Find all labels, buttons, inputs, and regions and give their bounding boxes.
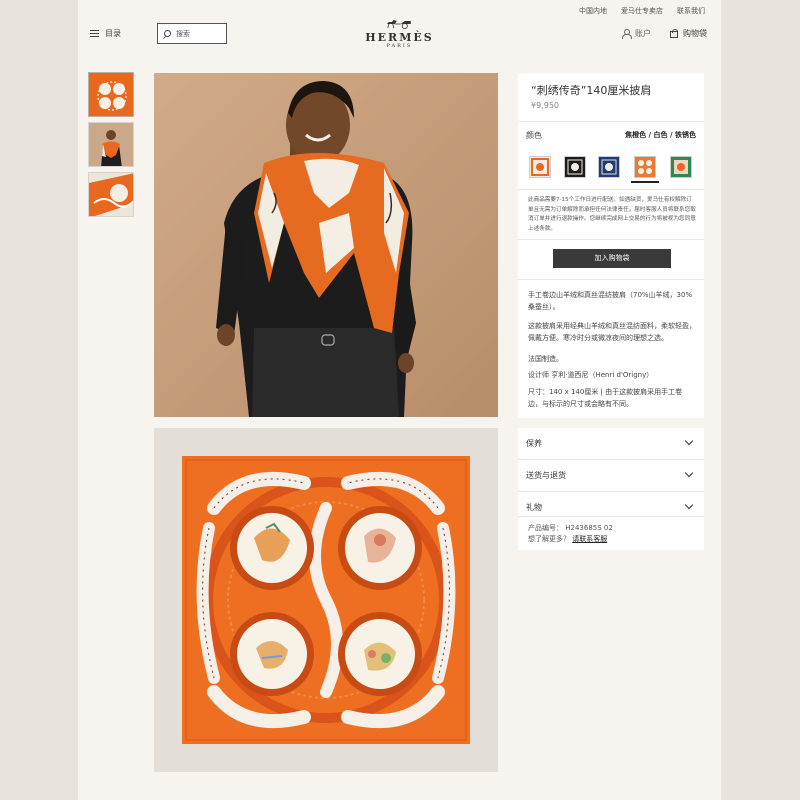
selected-swatch-indicator — [631, 181, 659, 183]
menu-label: 目录 — [105, 29, 121, 38]
swatch-orange-white[interactable] — [529, 156, 551, 178]
product-code: 产品编号： H243685S 02 — [528, 523, 613, 533]
utility-bar: 中国内地 爱马仕专卖店 联系我们 — [579, 6, 705, 16]
thumbnail-scarf-flat[interactable] — [88, 72, 134, 117]
product-details-accordion: 保养 送货与退货 礼物 产品编号： H243685S 02 想了解更多？ 请联系… — [518, 428, 704, 550]
contact-us-link[interactable]: 联系我们 — [677, 6, 705, 16]
product-photo-model — [154, 73, 498, 417]
contact-service-link[interactable]: 请联系客服 — [572, 535, 607, 543]
account-label: 账户 — [635, 29, 651, 38]
search-placeholder: 搜索 — [176, 29, 190, 38]
cart-button[interactable]: 购物袋 — [670, 28, 707, 39]
chevron-down-icon — [684, 436, 694, 446]
swatch-navy[interactable] — [598, 156, 620, 178]
description-origin: 法国制造。 — [528, 355, 563, 363]
hermes-logo[interactable]: HERMÈS PARIS — [365, 18, 433, 50]
add-to-bag-button[interactable]: 加入购物袋 — [553, 249, 671, 268]
divider — [518, 516, 704, 517]
description-body: 这款披肩采用经典山羊绒和真丝混纺面料，柔软轻盈，佩戴方便。寒冷时分或微凉夜间的理… — [528, 322, 696, 342]
site-header: 目录 搜索 HERMÈS PARIS 账户 购物袋 — [78, 20, 721, 50]
contact-prefix: 想了解更多？ — [528, 535, 570, 543]
person-icon — [622, 29, 632, 39]
chevron-down-icon — [684, 500, 694, 510]
delivery-notice: 此商品需要7-15个工作日进行配送。如遇缺货，爱马仕有权解除订单且无需为订单解除… — [528, 197, 696, 232]
accordion-care-label: 保养 — [526, 439, 542, 448]
product-info-card: “刺绣传奇”140厘米披肩 ¥9,950 颜色 焦橙色 / 白色 / 铁锈色 此… — [518, 73, 704, 418]
region-link[interactable]: 中国内地 — [579, 6, 607, 16]
chevron-down-icon — [684, 468, 694, 478]
swatch-orange-selected[interactable] — [634, 156, 656, 178]
product-code-label: 产品编号： — [528, 524, 563, 532]
swatch-green[interactable] — [670, 156, 692, 178]
product-page: 中国内地 爱马仕专卖店 联系我们 目录 搜索 HERMÈS PARIS 账户 购… — [78, 0, 721, 800]
swatch-black[interactable] — [564, 156, 586, 178]
divider — [518, 189, 704, 190]
accordion-care[interactable]: 保养 — [518, 428, 704, 460]
menu-button[interactable]: 目录 — [90, 28, 121, 39]
product-price: ¥9,950 — [531, 101, 559, 110]
search-icon — [164, 30, 171, 37]
color-label: 颜色 — [526, 131, 542, 140]
divider — [518, 279, 704, 280]
logo-wordmark: HERMÈS — [365, 31, 434, 44]
account-button[interactable]: 账户 — [622, 28, 651, 39]
description-material: 手工卷边山羊绒和真丝混纺披肩（70%山羊绒，30%桑蚕丝）。 — [528, 291, 693, 311]
stores-link[interactable]: 爱马仕专卖店 — [621, 6, 663, 16]
shopping-bag-icon — [670, 29, 678, 38]
thumbnail-model[interactable] — [88, 122, 134, 167]
carriage-icon — [365, 18, 433, 32]
description-designer: 设计师 亨利·道西尼（Henri d'Origny） — [528, 371, 654, 379]
product-photo-scarf — [154, 428, 498, 772]
product-code-value: H243685S 02 — [565, 524, 613, 532]
accordion-delivery-label: 送货与退货 — [526, 471, 566, 480]
description-size: 尺寸：140 x 140厘米 | 由于这款披肩采用手工卷边，与标示的尺寸或会略有… — [528, 388, 683, 408]
cart-label: 购物袋 — [683, 29, 707, 38]
accordion-gift-label: 礼物 — [526, 503, 542, 512]
hamburger-icon — [90, 30, 99, 37]
divider — [518, 121, 704, 122]
product-title: “刺绣传奇”140厘米披肩 — [531, 84, 652, 97]
thumbnail-scarf-detail[interactable] — [88, 172, 134, 217]
search-input[interactable]: 搜索 — [157, 23, 227, 44]
accordion-delivery-returns[interactable]: 送货与退货 — [518, 460, 704, 492]
color-value: 焦橙色 / 白色 / 铁锈色 — [625, 131, 696, 139]
accordion-gift[interactable]: 礼物 — [518, 492, 704, 524]
contact-line: 想了解更多？ 请联系客服 — [528, 534, 607, 544]
divider — [518, 239, 704, 240]
logo-subtext: PARIS — [386, 43, 413, 49]
